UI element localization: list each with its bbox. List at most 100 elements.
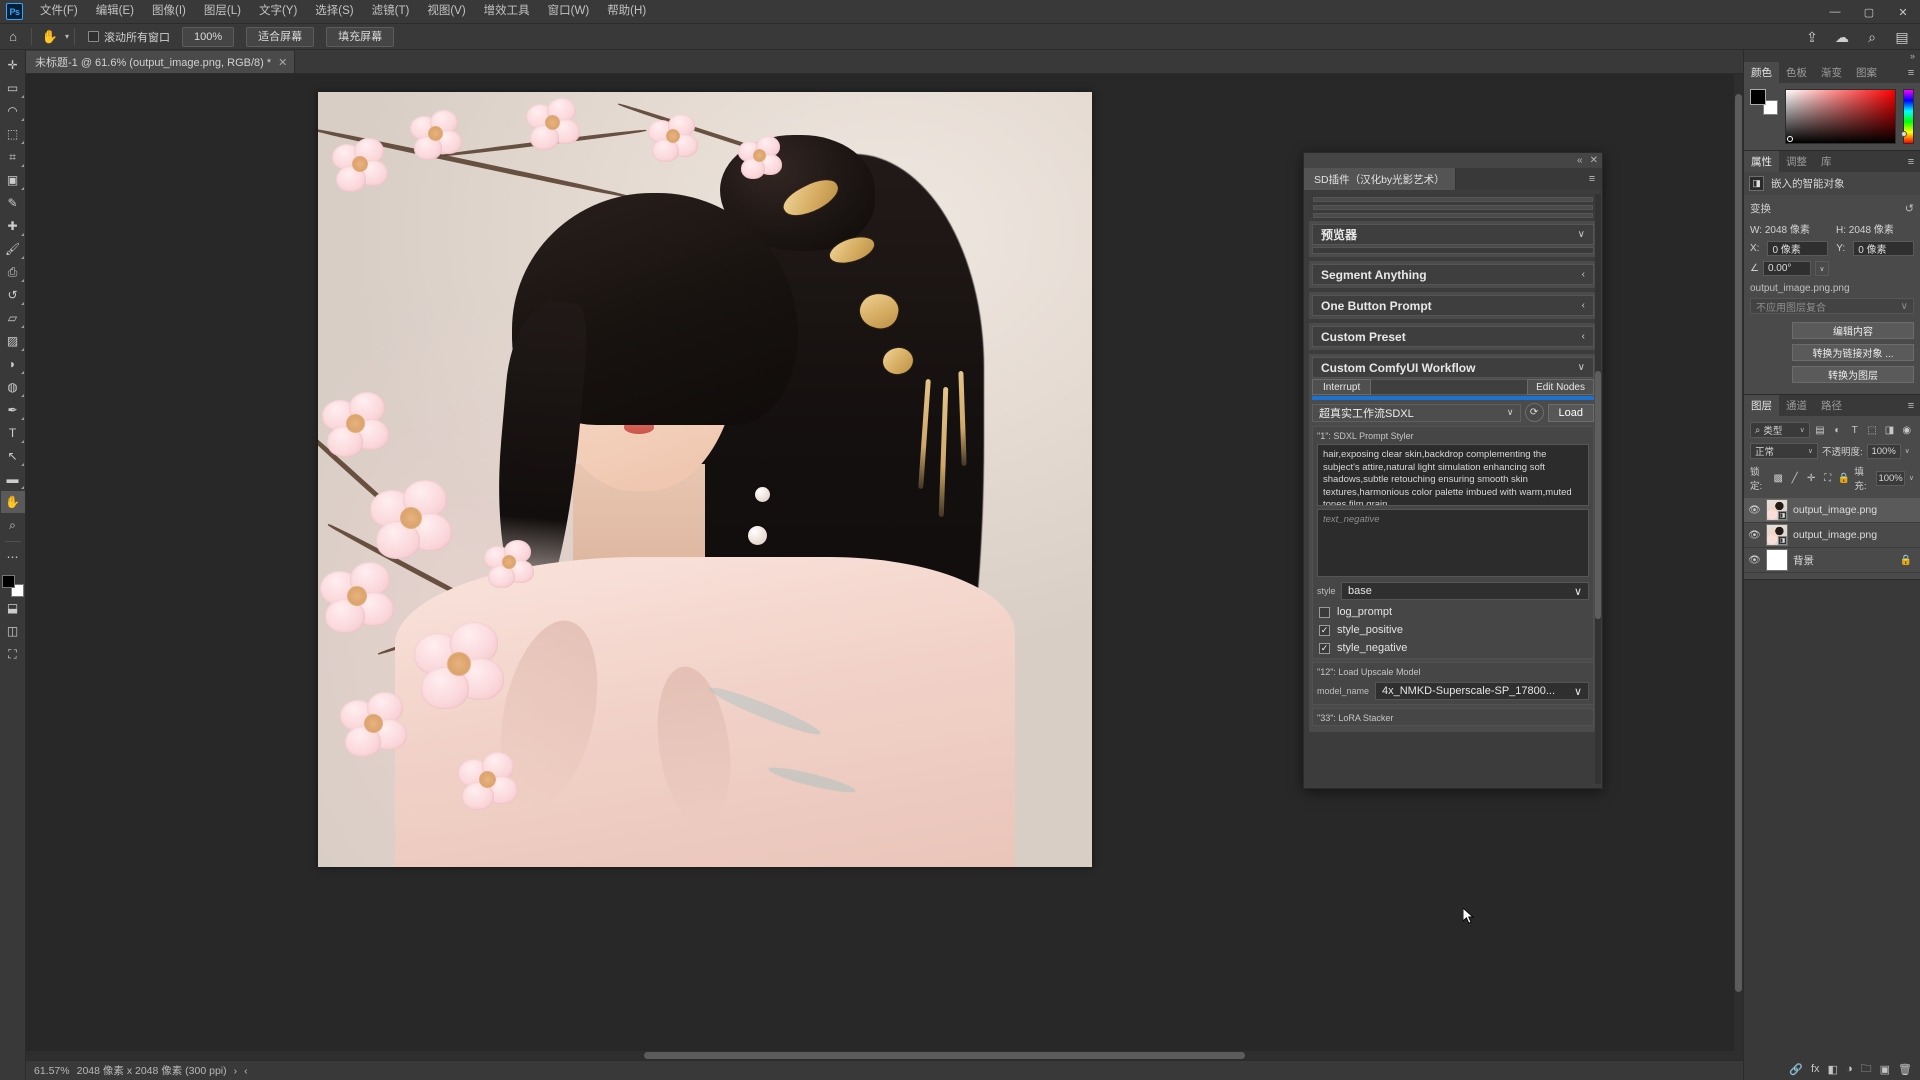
menu-window[interactable]: 窗口(W) <box>539 1 599 23</box>
positive-prompt-textarea[interactable]: hair,exposing clear skin,backdrop comple… <box>1317 444 1589 506</box>
canvas-vertical-scrollbar[interactable] <box>1734 74 1743 1051</box>
menu-file[interactable]: 文件(F) <box>31 1 87 23</box>
reset-icon[interactable]: ↺ <box>1905 202 1914 215</box>
lock-nesting-icon[interactable]: ⛶ <box>1821 470 1833 486</box>
close-button[interactable]: ✕ <box>1886 0 1920 24</box>
tab-color[interactable]: 颜色 <box>1744 62 1779 83</box>
checkbox-style-negative[interactable]: ✓ style_negative <box>1317 642 1589 654</box>
accordion-one-button-prompt[interactable]: One Button Prompt ‹ <box>1312 295 1594 316</box>
frame-tool-icon[interactable]: ▣ <box>1 169 25 191</box>
sd-plugin-panel[interactable]: « ✕ SD插件（汉化by光影艺术） ≡ 预览器 ∨ Segment Anyth… <box>1303 152 1603 789</box>
menu-view[interactable]: 视图(V) <box>418 1 474 23</box>
menu-help[interactable]: 帮助(H) <box>598 1 655 23</box>
layer-visibility-icon[interactable]: 👁 <box>1748 555 1761 566</box>
color-field[interactable] <box>1785 89 1896 144</box>
menu-type[interactable]: 文字(Y) <box>250 1 306 23</box>
tab-layers[interactable]: 图层 <box>1744 395 1779 416</box>
blend-mode-select[interactable]: 正常 ∨ <box>1750 443 1818 459</box>
tab-properties[interactable]: 属性 <box>1744 151 1779 172</box>
menu-edit[interactable]: 编辑(E) <box>87 1 143 23</box>
history-brush-tool-icon[interactable]: ↺ <box>1 284 25 306</box>
checkbox-style-positive[interactable]: ✓ style_positive <box>1317 624 1589 636</box>
layer-name[interactable]: 背景 <box>1793 553 1895 568</box>
smart-object-filter-icon[interactable]: ◨ <box>1882 422 1896 438</box>
table-row[interactable]: 👁 ◨ output_image.png <box>1744 498 1920 523</box>
menu-filter[interactable]: 滤镜(T) <box>363 1 419 23</box>
interrupt-button[interactable]: Interrupt <box>1312 379 1372 395</box>
status-chevron-icon[interactable]: ‹ <box>244 1065 248 1077</box>
zoom-100-button[interactable]: 100% <box>182 26 235 47</box>
status-arrow[interactable]: › <box>234 1065 238 1077</box>
document-tab[interactable]: 未标题-1 @ 61.6% (output_image.png, RGB/8) … <box>26 51 296 73</box>
scroll-all-windows-checkbox[interactable]: 滚动所有窗口 <box>88 29 170 45</box>
lock-transparent-icon[interactable]: ▩ <box>1772 470 1784 486</box>
fill-value[interactable]: 100% <box>1876 470 1905 486</box>
layer-name[interactable]: output_image.png <box>1793 529 1916 541</box>
dodge-tool-icon[interactable]: ◍ <box>1 376 25 398</box>
zoom-tool-icon[interactable]: ⌕ <box>1 514 25 536</box>
foreground-color-swatch[interactable] <box>1750 89 1766 105</box>
workspace-icon[interactable]: ▤ <box>1888 25 1916 49</box>
panel-menu-icon[interactable]: ≡ <box>1902 151 1920 172</box>
lock-position-icon[interactable]: ✛ <box>1805 470 1817 486</box>
layer-visibility-icon[interactable]: 👁 <box>1748 530 1761 541</box>
type-filter-icon[interactable]: T <box>1848 422 1862 438</box>
refresh-icon[interactable]: ⟳ <box>1524 403 1544 422</box>
tab-swatches[interactable]: 色板 <box>1779 62 1814 83</box>
menu-image[interactable]: 图像(I) <box>143 1 195 23</box>
type-tool-icon[interactable]: T <box>1 422 25 444</box>
opacity-value[interactable]: 100% <box>1866 443 1901 459</box>
crop-tool-icon[interactable]: ⌗ <box>1 146 25 168</box>
sd-panel-titlebar[interactable]: « ✕ <box>1304 153 1602 168</box>
foreground-color-swatch[interactable] <box>1 575 15 588</box>
new-group-icon[interactable]: 🗀 <box>1861 1060 1872 1079</box>
layer-visibility-icon[interactable]: 👁 <box>1748 505 1761 516</box>
canvas-horizontal-scrollbar[interactable] <box>26 1051 1743 1060</box>
close-icon[interactable]: ✕ <box>1590 155 1598 166</box>
artwork-image[interactable] <box>318 92 1092 867</box>
shape-tool-icon[interactable]: ▬ <box>1 468 25 490</box>
tab-libraries[interactable]: 库 <box>1814 151 1839 172</box>
table-row[interactable]: 👁 ◨ output_image.png <box>1744 523 1920 548</box>
hand-tool-icon[interactable]: ✋ <box>0 491 25 513</box>
menu-layer[interactable]: 图层(L) <box>195 1 250 23</box>
home-icon[interactable]: ⌂ <box>0 25 26 49</box>
load-button[interactable]: Load <box>1547 403 1594 422</box>
tab-channels[interactable]: 通道 <box>1779 395 1814 416</box>
tab-sd-plugin[interactable]: SD插件（汉化by光影艺术） <box>1304 168 1456 190</box>
chevron-down-icon[interactable]: ∨ <box>1905 447 1910 455</box>
chevron-down-icon[interactable]: ∨ <box>1814 261 1829 276</box>
layer-comp-select[interactable]: 不应用图层复合 ∨ <box>1750 298 1914 314</box>
negative-prompt-textarea[interactable]: text_negative <box>1317 509 1589 577</box>
collapse-icon[interactable]: « <box>1577 155 1583 166</box>
lock-image-icon[interactable]: ╱ <box>1788 470 1800 486</box>
sd-panel-scrollbar[interactable] <box>1595 194 1601 784</box>
model-name-select[interactable]: 4x_NMKD-Superscale-SP_17800... ∨ <box>1375 682 1589 700</box>
layer-name[interactable]: output_image.png <box>1793 504 1916 516</box>
convert-to-layers-button[interactable]: 转换为图层 <box>1792 366 1914 383</box>
lock-all-icon[interactable]: 🔒 <box>1838 470 1850 486</box>
hand-tool-icon[interactable]: ✋ <box>37 25 63 49</box>
edit-contents-button[interactable]: 编辑内容 <box>1792 322 1914 339</box>
eraser-tool-icon[interactable]: ▱ <box>1 307 25 329</box>
angle-input[interactable]: 0.00° <box>1762 261 1811 276</box>
chevron-down-icon[interactable]: ∨ <box>1909 474 1914 482</box>
adjustment-layer-icon[interactable]: ◑ <box>1846 1063 1853 1075</box>
adjustment-filter-icon[interactable]: ◐ <box>1830 422 1844 438</box>
eyedropper-tool-icon[interactable]: ✎ <box>1 192 25 214</box>
path-selection-tool-icon[interactable]: ↖ <box>1 445 25 467</box>
layer-style-icon[interactable]: fx <box>1811 1063 1820 1075</box>
menu-plugins[interactable]: 增效工具 <box>475 1 539 23</box>
search-icon[interactable]: ⌕ <box>1858 25 1886 49</box>
move-tool-icon[interactable]: ✛ <box>1 54 25 76</box>
layer-filter-select[interactable]: ⌕ 类型 ∨ <box>1750 422 1810 438</box>
tab-gradients[interactable]: 渐变 <box>1814 62 1849 83</box>
dock-collapse-icon[interactable]: » <box>1744 50 1920 62</box>
cloud-icon[interactable]: ☁ <box>1828 25 1856 49</box>
fit-screen-button[interactable]: 适合屏幕 <box>246 26 315 47</box>
color-swatch-pair[interactable] <box>1750 89 1778 115</box>
quick-mask-icon[interactable]: ◫ <box>1 620 25 642</box>
panel-menu-icon[interactable]: ≡ <box>1902 395 1920 416</box>
color-swatches[interactable] <box>1 575 24 597</box>
clone-stamp-tool-icon[interactable]: ⎙ <box>1 261 25 283</box>
